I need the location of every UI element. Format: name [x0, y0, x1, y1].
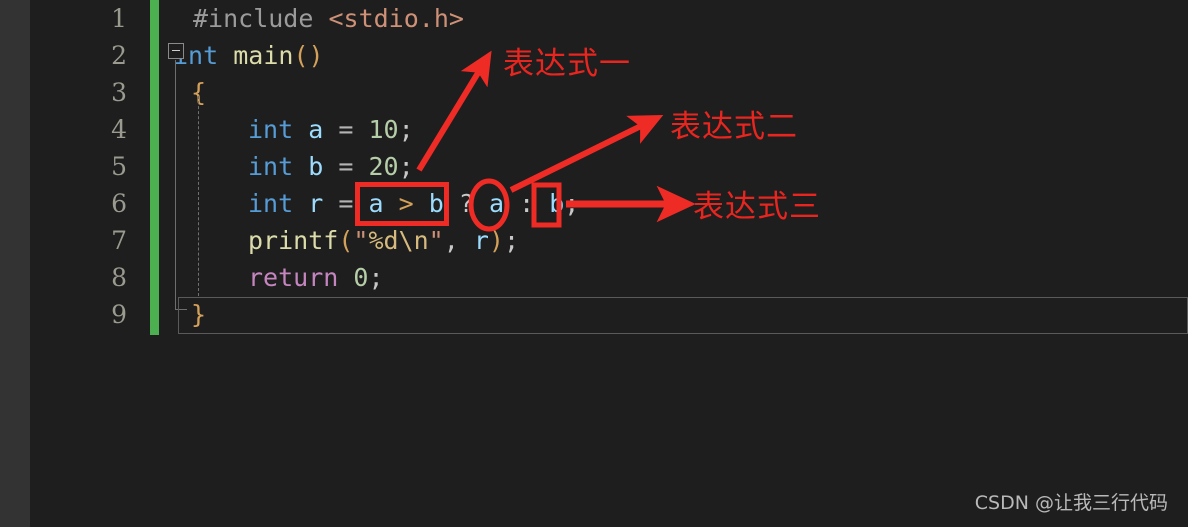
fold-scope-line — [175, 60, 176, 310]
code-token: a — [488, 189, 505, 218]
change-indicator-bar — [150, 0, 159, 335]
code-line[interactable]: return 0; — [163, 259, 384, 296]
code-token: a — [368, 189, 384, 218]
code-token: return — [248, 263, 339, 292]
code-token: a — [308, 115, 324, 144]
code-token: , — [443, 226, 474, 255]
code-token: ( — [338, 226, 354, 255]
code-token: = — [338, 152, 354, 181]
code-token: : — [519, 189, 535, 218]
code-token: int — [248, 189, 294, 218]
code-token: 0 — [353, 263, 369, 292]
code-token: r — [473, 226, 489, 255]
code-token: b — [549, 189, 565, 218]
line-number-gutter: 1 2 3 4 5 6 7 8 9 — [30, 0, 145, 527]
code-editor-screenshot: 123456789 #include <stdio.h> int main(){i… — [0, 0, 1188, 527]
code-token: #include — [193, 4, 329, 33]
line-number: 1 — [111, 4, 127, 33]
code-token: ; — [398, 115, 414, 144]
line-number: 2 — [111, 41, 127, 70]
code-token: " — [428, 226, 444, 255]
current-line-highlight — [178, 297, 1188, 334]
annotation-label-expression-three: 表达式三 — [693, 189, 821, 225]
line-number: 7 — [111, 226, 127, 255]
code-token: ? — [458, 189, 474, 218]
code-token: <stdio.h> — [328, 4, 464, 33]
code-token: int — [248, 152, 294, 181]
code-line[interactable]: int b = 20; — [163, 148, 414, 185]
code-line[interactable]: { — [163, 74, 206, 111]
line-number: 9 — [111, 300, 127, 329]
editor-outer-strip — [0, 0, 30, 527]
line-number: 5 — [111, 152, 127, 181]
code-line[interactable]: int r = a > b ? a : b; — [163, 185, 579, 222]
indent-guide — [198, 96, 199, 296]
code-token: int — [248, 115, 294, 144]
code-token: ; — [368, 263, 384, 292]
code-token: = — [338, 189, 354, 218]
code-token: \n — [398, 226, 429, 255]
annotation-label-expression-one: 表达式一 — [503, 46, 631, 82]
code-token: = — [338, 115, 354, 144]
code-line[interactable]: printf("%d\n", r); — [163, 222, 519, 259]
annotation-label-expression-two: 表达式二 — [670, 109, 798, 145]
code-token: " — [353, 226, 369, 255]
code-token: 20 — [368, 152, 399, 181]
code-token: 10 — [368, 115, 399, 144]
line-number: 8 — [111, 263, 127, 292]
code-token: b — [428, 189, 444, 218]
code-token: printf — [248, 226, 339, 255]
code-token: ; — [503, 226, 520, 255]
code-token: r — [308, 189, 324, 218]
line-number: 4 — [111, 115, 127, 144]
code-token: ) — [488, 226, 504, 255]
line-number: 6 — [111, 189, 127, 218]
code-token: ; — [398, 152, 414, 181]
code-line[interactable]: int main() — [163, 37, 324, 74]
code-line[interactable]: int a = 10; — [163, 111, 414, 148]
code-token: > — [398, 189, 414, 218]
csdn-watermark: CSDN @让我三行代码 — [974, 492, 1168, 514]
code-token: ; — [564, 189, 580, 218]
code-line[interactable]: #include <stdio.h> — [163, 0, 464, 37]
code-token: b — [308, 152, 324, 181]
code-fold-collapse-icon[interactable] — [168, 43, 184, 59]
code-token: main — [233, 41, 294, 70]
code-token: %d — [368, 226, 399, 255]
code-token: () — [293, 41, 324, 70]
code-content-area[interactable]: #include <stdio.h> int main(){int a = 10;… — [163, 0, 1188, 527]
line-number: 3 — [111, 78, 127, 107]
